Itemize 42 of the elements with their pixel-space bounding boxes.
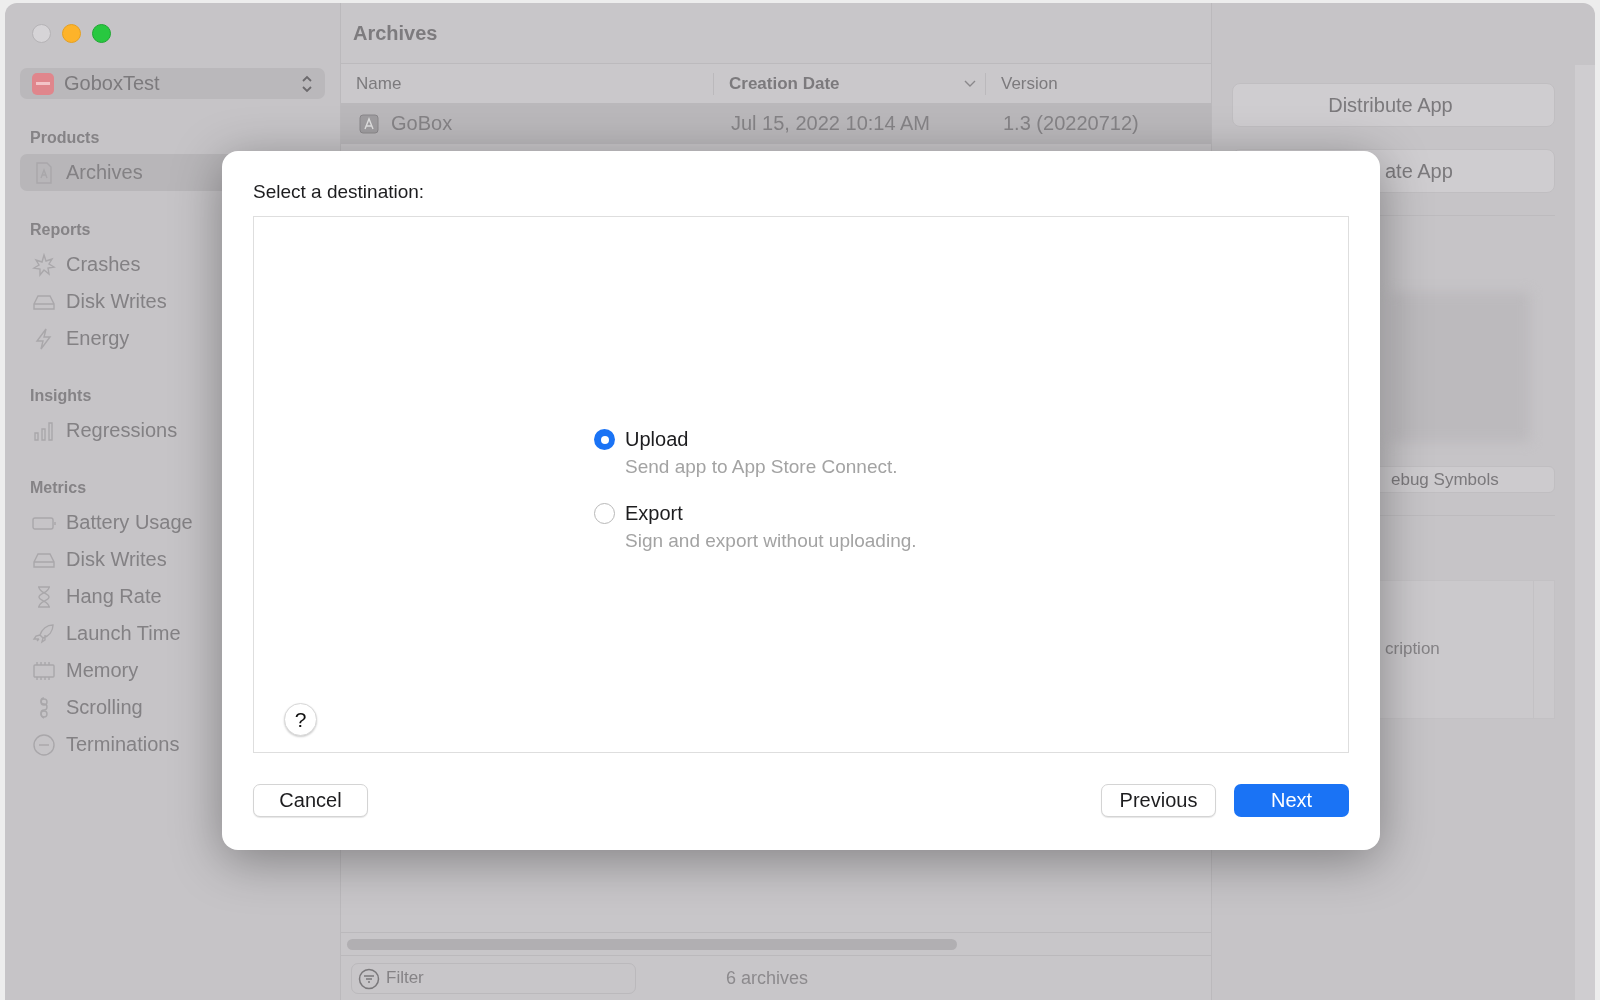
burst-icon bbox=[32, 252, 56, 277]
sidebar-item[interactable]: Battery Usage bbox=[20, 504, 325, 541]
next-button[interactable]: Next bbox=[1234, 784, 1349, 817]
up-down-chevron-icon bbox=[301, 73, 313, 94]
sidebar-item[interactable]: Launch Time bbox=[20, 615, 325, 652]
zoom-button[interactable] bbox=[92, 24, 111, 43]
sidebar-item[interactable]: Hang Rate bbox=[20, 578, 325, 615]
sidebar-item[interactable]: Energy bbox=[20, 320, 325, 357]
section-header: Insights bbox=[30, 387, 93, 405]
sidebar-item[interactable]: Disk Writes bbox=[20, 541, 325, 578]
app-icon bbox=[32, 72, 54, 95]
radio-button[interactable] bbox=[594, 429, 615, 450]
sidebar-item[interactable]: Memory bbox=[20, 652, 325, 689]
action-button[interactable]: Distribute App bbox=[1232, 83, 1555, 127]
column-header[interactable]: Name bbox=[356, 73, 704, 94]
sidebar-item[interactable]: Disk Writes bbox=[20, 283, 325, 320]
description-placeholder: cription bbox=[1384, 638, 1441, 660]
option-description: Sign and export without uploading. bbox=[625, 530, 917, 552]
rocket-icon bbox=[32, 621, 56, 646]
dialog-button[interactable]: Previous bbox=[1101, 784, 1216, 817]
minus-circle-icon bbox=[32, 732, 56, 757]
option-description: Send app to App Store Connect. bbox=[625, 456, 898, 478]
app-icon bbox=[359, 113, 379, 134]
scheme-selector[interactable]: GoboxTest bbox=[20, 68, 325, 99]
option-label: Upload bbox=[625, 428, 690, 451]
minimize-button[interactable] bbox=[62, 24, 81, 43]
radio-button[interactable] bbox=[594, 503, 615, 524]
section-header: Metrics bbox=[30, 479, 88, 497]
help-button[interactable]: ? bbox=[284, 703, 317, 736]
section-header: Products bbox=[30, 129, 101, 147]
column-header[interactable]: Version bbox=[1001, 73, 1202, 94]
sidebar-item[interactable]: Regressions bbox=[20, 412, 325, 449]
filter-icon bbox=[358, 967, 380, 990]
chevron-down-icon bbox=[964, 79, 976, 88]
option-label: Export bbox=[625, 502, 684, 525]
section-header: Reports bbox=[30, 221, 92, 239]
dialog-button[interactable]: Cancel bbox=[253, 784, 368, 817]
filter-field[interactable]: Filter bbox=[351, 962, 636, 994]
close-button[interactable] bbox=[32, 24, 51, 43]
column-header[interactable]: Creation Date bbox=[729, 73, 964, 94]
archive-count: 6 archives bbox=[726, 967, 809, 989]
sidebar-item[interactable]: Crashes bbox=[20, 246, 325, 283]
